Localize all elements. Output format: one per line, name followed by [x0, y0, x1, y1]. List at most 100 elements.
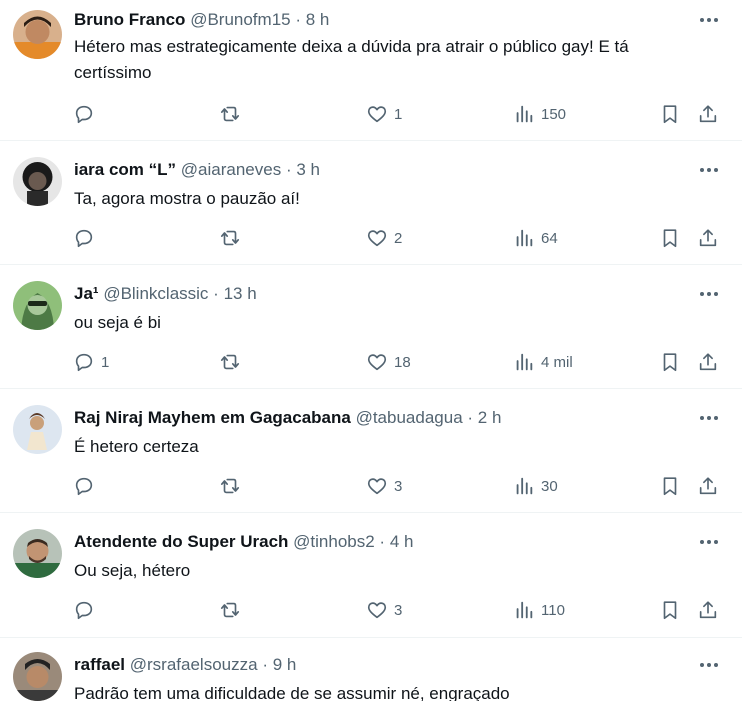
bookmark-button[interactable]: [659, 226, 681, 250]
tweet-text: Hétero mas estrategicamente deixa a dúvi…: [74, 37, 629, 82]
speech-bubble-icon: [75, 353, 93, 372]
avatar[interactable]: [13, 529, 62, 578]
more-options-button[interactable]: [698, 407, 720, 429]
share-button[interactable]: [697, 226, 719, 250]
tweet-text: Ou seja, hétero: [74, 561, 191, 580]
like-button[interactable]: 2: [366, 226, 402, 250]
tweet-text: Padrão tem uma dificuldade de se assumir…: [74, 684, 510, 701]
more-options-button[interactable]: [698, 654, 720, 676]
reply-button[interactable]: [73, 226, 101, 250]
speech-bubble-icon: [75, 601, 93, 620]
separator-dot: ·: [379, 532, 386, 551]
action-bar: 1 150: [0, 102, 742, 126]
more-options-button[interactable]: [698, 283, 720, 305]
bar-chart-icon: [516, 229, 533, 247]
like-button[interactable]: 3: [366, 474, 402, 498]
bookmark-button[interactable]: [659, 598, 681, 622]
avatar[interactable]: [13, 157, 62, 206]
display-name[interactable]: raffael: [74, 655, 125, 674]
views-button[interactable]: 64: [513, 226, 558, 250]
share-upload-icon: [699, 105, 717, 123]
reply-button[interactable]: [73, 474, 101, 498]
bar-chart-icon: [516, 105, 533, 123]
views-button[interactable]: 110: [513, 598, 565, 622]
user-handle[interactable]: @tabuadagua: [356, 408, 463, 427]
bookmark-icon: [663, 477, 677, 496]
display-name[interactable]: Ja¹: [74, 284, 99, 303]
tweet[interactable]: iara com “L” @aiaraneves · 3 h Ta, agora…: [0, 141, 742, 265]
retweet-button[interactable]: [219, 474, 241, 498]
action-bar: 3 110: [0, 598, 742, 622]
avatar[interactable]: [13, 652, 62, 701]
share-upload-icon: [699, 477, 717, 495]
tweet[interactable]: Raj Niraj Mayhem em Gagacabana @tabuadag…: [0, 389, 742, 513]
tweet[interactable]: raffael @rsrafaelsouzza · 9 h Padrão tem…: [0, 638, 742, 701]
ellipsis-icon: [700, 168, 718, 172]
timestamp[interactable]: 13 h: [224, 284, 257, 303]
like-button[interactable]: 3: [366, 598, 402, 622]
share-button[interactable]: [697, 350, 719, 374]
user-handle[interactable]: @tinhobs2: [293, 532, 375, 551]
tweet[interactable]: Bruno Franco @Brunofm15 · 8 h Hétero mas…: [0, 0, 742, 141]
display-name[interactable]: iara com “L”: [74, 160, 176, 179]
reply-button[interactable]: 1: [73, 350, 109, 374]
display-name[interactable]: Atendente do Super Urach: [74, 532, 288, 551]
speech-bubble-icon: [75, 477, 93, 496]
avatar[interactable]: [13, 405, 62, 454]
reply-button[interactable]: [73, 102, 101, 126]
tweet-header: Raj Niraj Mayhem em Gagacabana @tabuadag…: [74, 407, 501, 429]
views-button[interactable]: 150: [513, 102, 566, 126]
retweet-button[interactable]: [219, 598, 241, 622]
action-bar: 1 18 4 mil: [0, 350, 742, 374]
user-handle[interactable]: @Blinkclassic: [103, 284, 208, 303]
timestamp[interactable]: 9 h: [273, 655, 297, 674]
more-options-button[interactable]: [698, 9, 720, 31]
tweet-text: É hetero certeza: [74, 437, 199, 456]
action-bar: 2 64: [0, 226, 742, 250]
avatar[interactable]: [13, 10, 62, 59]
ellipsis-icon: [700, 663, 718, 667]
tweet[interactable]: Atendente do Super Urach @tinhobs2 · 4 h…: [0, 513, 742, 638]
more-options-button[interactable]: [698, 159, 720, 181]
heart-icon: [367, 478, 387, 495]
share-upload-icon: [699, 353, 717, 371]
bookmark-icon: [663, 601, 677, 620]
separator-dot: ·: [467, 408, 474, 427]
share-button[interactable]: [697, 474, 719, 498]
tweet-header: Bruno Franco @Brunofm15 · 8 h: [74, 9, 329, 31]
timestamp[interactable]: 4 h: [390, 532, 414, 551]
retweet-button[interactable]: [219, 102, 241, 126]
timestamp[interactable]: 2 h: [478, 408, 502, 427]
retweet-arrows-icon: [220, 354, 240, 370]
views-button[interactable]: 4 mil: [513, 350, 573, 374]
user-handle[interactable]: @rsrafaelsouzza: [130, 655, 258, 674]
retweet-button[interactable]: [219, 226, 241, 250]
view-count: 4 mil: [541, 353, 573, 371]
share-button[interactable]: [697, 598, 719, 622]
view-count: 30: [541, 477, 558, 495]
view-count: 110: [541, 601, 565, 619]
tweet-header: raffael @rsrafaelsouzza · 9 h: [74, 654, 296, 676]
bookmark-button[interactable]: [659, 102, 681, 126]
timestamp[interactable]: 8 h: [306, 10, 330, 29]
user-handle[interactable]: @aiaraneves: [181, 160, 281, 179]
display-name[interactable]: Raj Niraj Mayhem em Gagacabana: [74, 408, 351, 427]
bookmark-button[interactable]: [659, 474, 681, 498]
bookmark-button[interactable]: [659, 350, 681, 374]
share-button[interactable]: [697, 102, 719, 126]
retweet-arrows-icon: [220, 602, 240, 618]
tweet[interactable]: Ja¹ @Blinkclassic · 13 h ou seja é bi 1 …: [0, 265, 742, 389]
retweet-button[interactable]: [219, 350, 241, 374]
like-button[interactable]: 18: [366, 350, 411, 374]
more-options-button[interactable]: [698, 531, 720, 553]
like-button[interactable]: 1: [366, 102, 402, 126]
retweet-arrows-icon: [220, 478, 240, 494]
user-handle[interactable]: @Brunofm15: [190, 10, 290, 29]
timestamp[interactable]: 3 h: [296, 160, 320, 179]
display-name[interactable]: Bruno Franco: [74, 10, 185, 29]
views-button[interactable]: 30: [513, 474, 558, 498]
avatar[interactable]: [13, 281, 62, 330]
like-count: 2: [394, 229, 403, 247]
ellipsis-icon: [700, 292, 718, 296]
reply-button[interactable]: [73, 598, 101, 622]
